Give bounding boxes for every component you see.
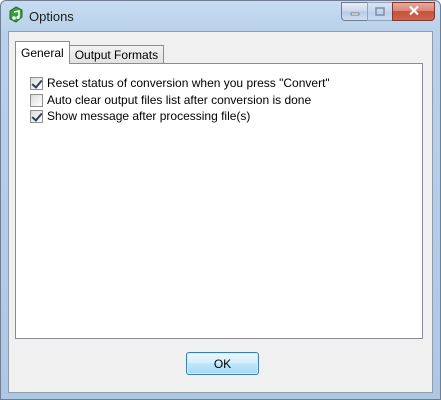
title-bar[interactable]: Options: [1, 1, 440, 31]
maximize-icon: [375, 5, 385, 19]
tab-general-label: General: [21, 46, 64, 60]
show-message-label: Show message after processing file(s): [47, 109, 251, 123]
dialog-client-area: General Output Formats Reset status of c…: [8, 31, 433, 393]
minimize-button[interactable]: [341, 2, 367, 21]
reset-status-label: Reset status of conversion when you pres…: [47, 76, 330, 90]
ok-button[interactable]: OK: [186, 352, 259, 375]
show-message-option[interactable]: Show message after processing file(s): [30, 108, 250, 124]
auto-clear-checkbox[interactable]: [30, 93, 43, 107]
tab-general[interactable]: General: [15, 41, 70, 64]
reset-status-option[interactable]: Reset status of conversion when you pres…: [30, 75, 330, 91]
general-tab-panel: Reset status of conversion when you pres…: [15, 63, 423, 339]
close-icon: [408, 5, 420, 19]
options-dialog: Options General Output Formats Reset sta…: [0, 0, 441, 400]
tab-output-formats[interactable]: Output Formats: [68, 45, 165, 64]
auto-clear-option[interactable]: Auto clear output files list after conve…: [30, 92, 311, 108]
caption-buttons: [341, 2, 435, 21]
auto-clear-label: Auto clear output files list after conve…: [47, 93, 312, 107]
close-button[interactable]: [392, 2, 435, 21]
app-icon: [7, 6, 25, 24]
tab-output-formats-label: Output Formats: [74, 48, 159, 62]
minimize-icon: [350, 5, 360, 19]
window-title: Options: [29, 9, 74, 24]
show-message-checkbox[interactable]: [30, 109, 43, 123]
tab-strip: General Output Formats: [15, 40, 165, 64]
reset-status-checkbox[interactable]: [30, 76, 43, 90]
maximize-button[interactable]: [367, 2, 392, 21]
